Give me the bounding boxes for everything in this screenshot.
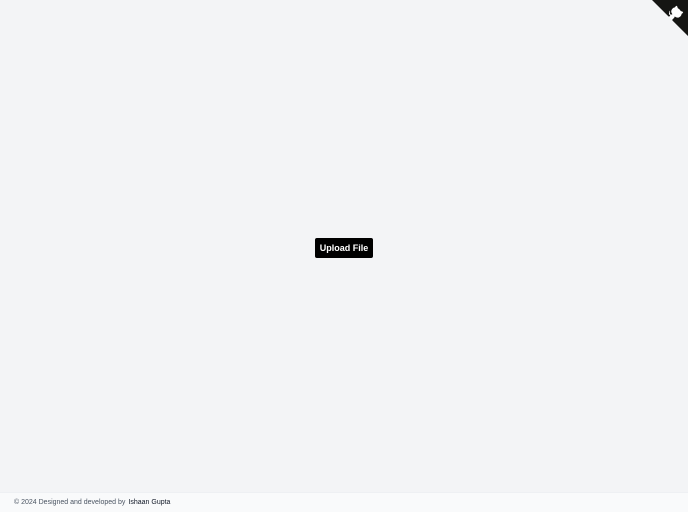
upload-file-button[interactable]: Upload File <box>315 238 373 258</box>
footer-author-link[interactable]: Ishaan Gupta <box>128 499 170 506</box>
footer: © 2024 Designed and developed by Ishaan … <box>0 492 688 512</box>
footer-copyright-text: © 2024 Designed and developed by <box>14 499 126 506</box>
main-content: Upload File <box>0 0 688 492</box>
page: Upload File © 2024 Designed and develope… <box>0 0 688 512</box>
